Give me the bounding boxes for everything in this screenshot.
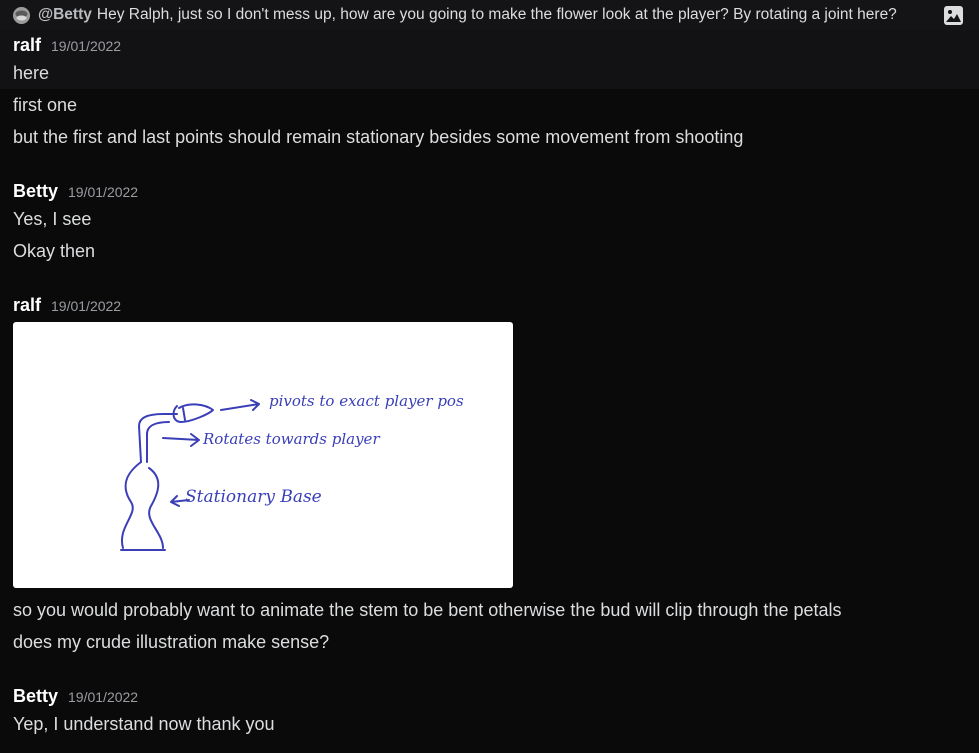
sketch-label: pivots to exact player pos [269, 392, 464, 410]
message-header: Betty 19/01/2022 [13, 686, 138, 707]
sketch-bud [172, 403, 214, 423]
username[interactable]: Betty [13, 686, 58, 707]
reply-avatar[interactable] [13, 7, 30, 24]
sketch-arrow-pivot [220, 399, 260, 411]
reply-preview[interactable]: @Betty Hey Ralph, just so I don't mess up… [0, 0, 979, 30]
message-text: does my crude illustration make sense? [13, 632, 330, 652]
username[interactable]: Betty [13, 181, 58, 202]
timestamp[interactable]: 19/01/2022 [68, 689, 138, 705]
username[interactable]: ralf [13, 295, 41, 316]
username[interactable]: ralf [13, 35, 41, 56]
image-attachment[interactable]: pivots to exact player pos Rotates towar… [13, 322, 513, 588]
flower-sketch: pivots to exact player pos Rotates towar… [120, 392, 464, 551]
message-text: Yep, I understand now thank you [13, 714, 275, 734]
reply-content: Hey Ralph, just so I don't mess up, how … [96, 6, 897, 23]
sketch-arrow-rotate [162, 433, 200, 447]
sketch-label: Stationary Base [185, 487, 322, 507]
message-text: Okay then [13, 241, 96, 261]
message-text: but the first and last points should rem… [13, 127, 744, 147]
timestamp[interactable]: 19/01/2022 [68, 184, 138, 200]
message-text: Yes, I see [13, 209, 92, 229]
message-header: ralf 19/01/2022 [13, 295, 121, 316]
message-header: Betty 19/01/2022 [13, 181, 138, 202]
timestamp[interactable]: 19/01/2022 [51, 38, 121, 54]
timestamp[interactable]: 19/01/2022 [51, 298, 121, 314]
reply-text[interactable]: @Betty Hey Ralph, just so I don't mess up… [38, 6, 897, 24]
message-hover-highlight [0, 30, 979, 89]
sketch-base-right [148, 467, 164, 549]
sketch-base-left [120, 461, 142, 549]
sketch-stem-2 [146, 421, 170, 463]
sketch-bud-detail [182, 407, 186, 421]
message-text: here [13, 63, 50, 83]
reply-mention[interactable]: @Betty [38, 6, 92, 23]
sketch-label: Rotates towards player [202, 430, 380, 448]
message-header: ralf 19/01/2022 [13, 35, 121, 56]
image-icon[interactable] [944, 6, 963, 25]
message-text: so you would probably want to animate th… [13, 600, 842, 620]
message-text: first one [13, 95, 78, 115]
